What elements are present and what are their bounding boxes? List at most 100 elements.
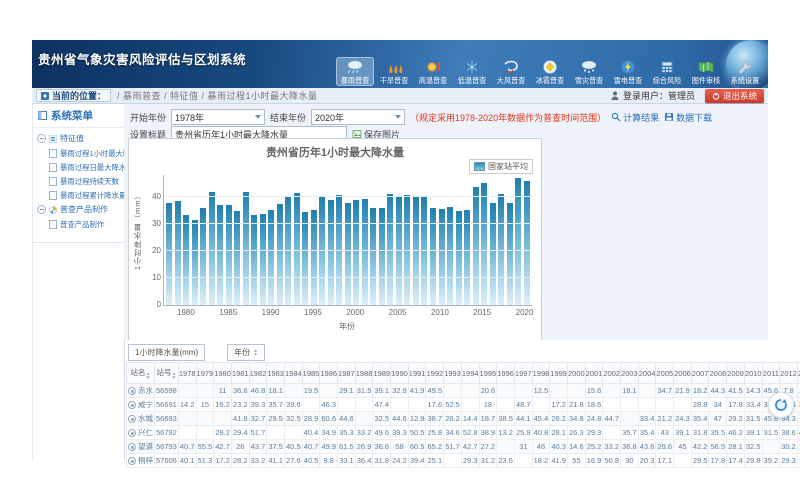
- tree-item[interactable]: 普查产品制作: [35, 217, 122, 231]
- year-header-2009[interactable]: 2009: [727, 363, 745, 384]
- year-header-1978[interactable]: 1978: [178, 363, 196, 384]
- year-header-2000[interactable]: 2000: [567, 363, 585, 384]
- year-header-1988[interactable]: 1988: [355, 363, 373, 384]
- save-disk-icon: [664, 112, 674, 122]
- year-header-1989[interactable]: 1989: [373, 363, 391, 384]
- y-tick-label: 10: [152, 273, 161, 282]
- year-header-2010[interactable]: 2010: [744, 363, 762, 384]
- year-header-1991[interactable]: 1991: [408, 363, 426, 384]
- tree-item[interactable]: 暴雨过程持续天数: [35, 174, 122, 188]
- station-id-header[interactable]: 站号▲▼: [155, 363, 179, 384]
- year-header-1979[interactable]: 1979: [196, 363, 214, 384]
- year-header-2006[interactable]: 2006: [674, 363, 692, 384]
- wind-icon: [501, 59, 521, 75]
- tree-group-0[interactable]: 特征值: [35, 131, 122, 146]
- year-header-1982[interactable]: 1982: [249, 363, 267, 384]
- year-sort-control[interactable]: 年份 ▲▼: [227, 344, 265, 361]
- hail-icon: [540, 59, 560, 75]
- nav-item-hail[interactable]: 冰雹普查: [531, 57, 569, 86]
- year-header-1984[interactable]: 1984: [284, 363, 302, 384]
- expand-icon[interactable]: [37, 134, 46, 143]
- value-cell: 15.6: [585, 384, 603, 398]
- nav-item-map-review[interactable]: 图件审核: [687, 57, 725, 86]
- year-header-2008[interactable]: 2008: [709, 363, 727, 384]
- row-radio-button[interactable]: [128, 415, 136, 423]
- row-radio-button[interactable]: [128, 443, 136, 451]
- year-header-2012[interactable]: 2012: [780, 363, 798, 384]
- start-year-select[interactable]: 1978年: [171, 109, 265, 125]
- year-header-1996[interactable]: 1996: [497, 363, 515, 384]
- floating-refresh-button[interactable]: [768, 392, 794, 418]
- nav-item-gale[interactable]: 大风普查: [492, 57, 530, 86]
- value-cell: 28.8: [691, 398, 709, 412]
- value-cell: 38.9: [479, 426, 497, 440]
- year-header-1999[interactable]: 1999: [550, 363, 568, 384]
- nav-item-lightning[interactable]: 雷电普查: [609, 57, 647, 86]
- nav-item-snow[interactable]: 雪灾普查: [570, 57, 608, 86]
- row-radio-button[interactable]: [128, 401, 136, 409]
- value-cell: 34.6: [444, 426, 462, 440]
- year-header-2002[interactable]: 2002: [603, 363, 621, 384]
- year-header-2007[interactable]: 2007: [691, 363, 709, 384]
- tree-group-1[interactable]: 普查产品制作: [35, 202, 122, 217]
- logout-button[interactable]: 退出系统: [705, 89, 764, 103]
- tree-item[interactable]: 暴雨过程1小时最大降水量: [35, 146, 122, 160]
- year-header-1990[interactable]: 1990: [391, 363, 409, 384]
- nav-item-high-temp[interactable]: 高温普查: [414, 57, 452, 86]
- year-header-1980[interactable]: 1980: [214, 363, 232, 384]
- value-cell: [178, 426, 196, 440]
- year-header-1993[interactable]: 1993: [444, 363, 462, 384]
- year-header-1997[interactable]: 1997: [514, 363, 532, 384]
- row-radio-button[interactable]: [128, 429, 136, 437]
- year-header-1994[interactable]: 1994: [461, 363, 479, 384]
- year-header-2005[interactable]: 2005: [656, 363, 674, 384]
- end-year-label: 结束年份: [270, 111, 306, 124]
- year-header-2003[interactable]: 2003: [621, 363, 639, 384]
- nav-item-risk[interactable]: 综合风险: [648, 57, 686, 86]
- user-icon: [611, 91, 619, 100]
- value-cell: 18.2: [691, 384, 709, 398]
- value-cell: [674, 454, 692, 468]
- year-header-2004[interactable]: 2004: [638, 363, 656, 384]
- table-scroll-area[interactable]: 站名▲▼站号▲▼19781979198019811982198319841985…: [126, 362, 800, 492]
- end-year-select[interactable]: 2020年: [311, 109, 405, 125]
- value-cell: 23.2: [231, 398, 249, 412]
- year-header-1981[interactable]: 1981: [231, 363, 249, 384]
- value-cell: 29.3: [780, 454, 798, 468]
- bar-2008: [421, 197, 427, 305]
- nav-item-drought[interactable]: 干旱普查: [375, 57, 413, 86]
- value-cell: [444, 454, 462, 468]
- year-header-1998[interactable]: 1998: [532, 363, 550, 384]
- value-cell: [567, 384, 585, 398]
- year-header-1987[interactable]: 1987: [338, 363, 356, 384]
- value-cell: 18.1: [621, 384, 639, 398]
- year-header-2001[interactable]: 2001: [585, 363, 603, 384]
- bar-2014: [473, 187, 479, 305]
- value-cell: 24.8: [585, 412, 603, 426]
- year-header-1992[interactable]: 1992: [426, 363, 444, 384]
- value-cell: 31.5: [744, 412, 762, 426]
- value-cell: 33.4: [638, 412, 656, 426]
- sort-arrows-icon: ▲▼: [253, 349, 258, 357]
- nav-item-settings[interactable]: 系统设置: [726, 57, 764, 86]
- metric-select[interactable]: 1小时降水量(mm): [128, 344, 205, 361]
- year-header-2011[interactable]: 2011: [762, 363, 780, 384]
- year-header-1983[interactable]: 1983: [267, 363, 285, 384]
- row-radio-button[interactable]: [128, 387, 136, 395]
- year-header-1985[interactable]: 1985: [302, 363, 320, 384]
- expand-icon[interactable]: [37, 205, 46, 214]
- tree-item[interactable]: 暴雨过程日最大降水量: [35, 160, 122, 174]
- year-header-1986[interactable]: 1986: [320, 363, 338, 384]
- tree-item[interactable]: 暴雨过程累计降水量: [35, 188, 122, 202]
- year-header-1995[interactable]: 1995: [479, 363, 497, 384]
- download-button[interactable]: 数据下载: [664, 111, 712, 124]
- chart-legend[interactable]: 国家站平均: [469, 159, 533, 174]
- station-name-header[interactable]: 站名▲▼: [127, 363, 155, 384]
- value-cell: 17.2: [550, 398, 568, 412]
- value-cell: [320, 384, 338, 398]
- row-radio-button[interactable]: [128, 457, 136, 465]
- nav-item-rainstorm[interactable]: 暴雨普查: [336, 57, 374, 86]
- nav-item-low-temp[interactable]: 低温普查: [453, 57, 491, 86]
- value-cell: 30.2: [780, 440, 798, 454]
- calculate-button[interactable]: 计算结果: [611, 111, 659, 124]
